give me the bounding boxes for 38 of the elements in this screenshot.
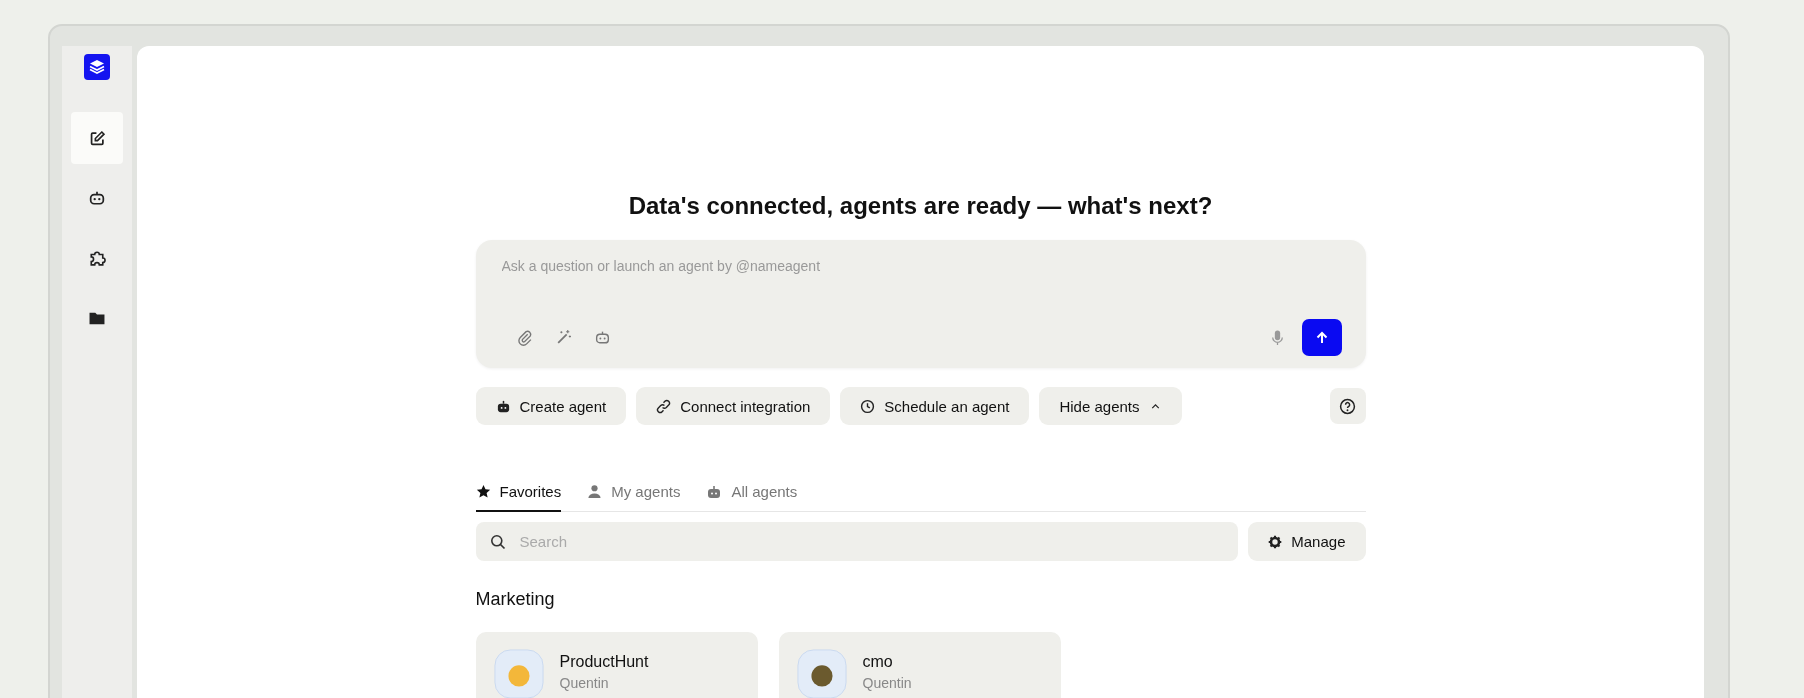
action-button[interactable]: Create agent: [475, 387, 627, 425]
sidebar-item[interactable]: [71, 112, 123, 164]
search-field[interactable]: Search: [517, 532, 1225, 551]
search-icon: [489, 533, 506, 550]
robot-icon: [495, 398, 511, 414]
tab[interactable]: Favorites: [475, 483, 562, 512]
avatar-icon: [493, 649, 544, 698]
robot-icon: [706, 483, 723, 500]
clock-icon: [860, 398, 876, 414]
manage-button[interactable]: Manage: [1248, 522, 1366, 561]
gear-icon: [1268, 534, 1283, 549]
agent-card[interactable]: ProductHunt Quentin: [475, 632, 758, 698]
search-bar[interactable]: Search: [475, 522, 1239, 561]
paperclip-icon[interactable]: [515, 329, 533, 346]
star-icon: [475, 484, 491, 499]
link-icon: [656, 398, 672, 414]
tab[interactable]: All agents: [706, 483, 798, 512]
action-button[interactable]: Connect integration: [636, 387, 831, 425]
robot-icon[interactable]: [593, 329, 611, 346]
prompt-field[interactable]: Ask a question or launch an agent by @nameagent: [501, 258, 1342, 319]
agent-name: ProductHunt: [559, 653, 649, 671]
page-heading: Data's connected, agents are ready — what's next?: [627, 192, 1214, 220]
help-button[interactable]: [1329, 388, 1366, 424]
section-title: Marketing: [475, 589, 556, 610]
agent-owner: Quentin: [862, 675, 912, 691]
agent-owner: Quentin: [559, 675, 610, 691]
avatar-icon: [796, 649, 847, 698]
person-icon: [587, 484, 603, 499]
help-icon: [1339, 397, 1356, 415]
agent-name: cmo: [862, 653, 894, 671]
edit-icon: [88, 129, 106, 147]
composer-panel[interactable]: Ask a question or launch an agent by @nameagent: [475, 240, 1366, 368]
logo-icon: [84, 54, 110, 80]
tab[interactable]: My agents: [587, 483, 681, 512]
action-button[interactable]: Schedule an agent: [840, 387, 1030, 425]
agent-card[interactable]: cmo Quentin: [778, 632, 1061, 698]
send-button[interactable]: [1301, 319, 1342, 356]
action-button[interactable]: Hide agents: [1039, 387, 1182, 425]
